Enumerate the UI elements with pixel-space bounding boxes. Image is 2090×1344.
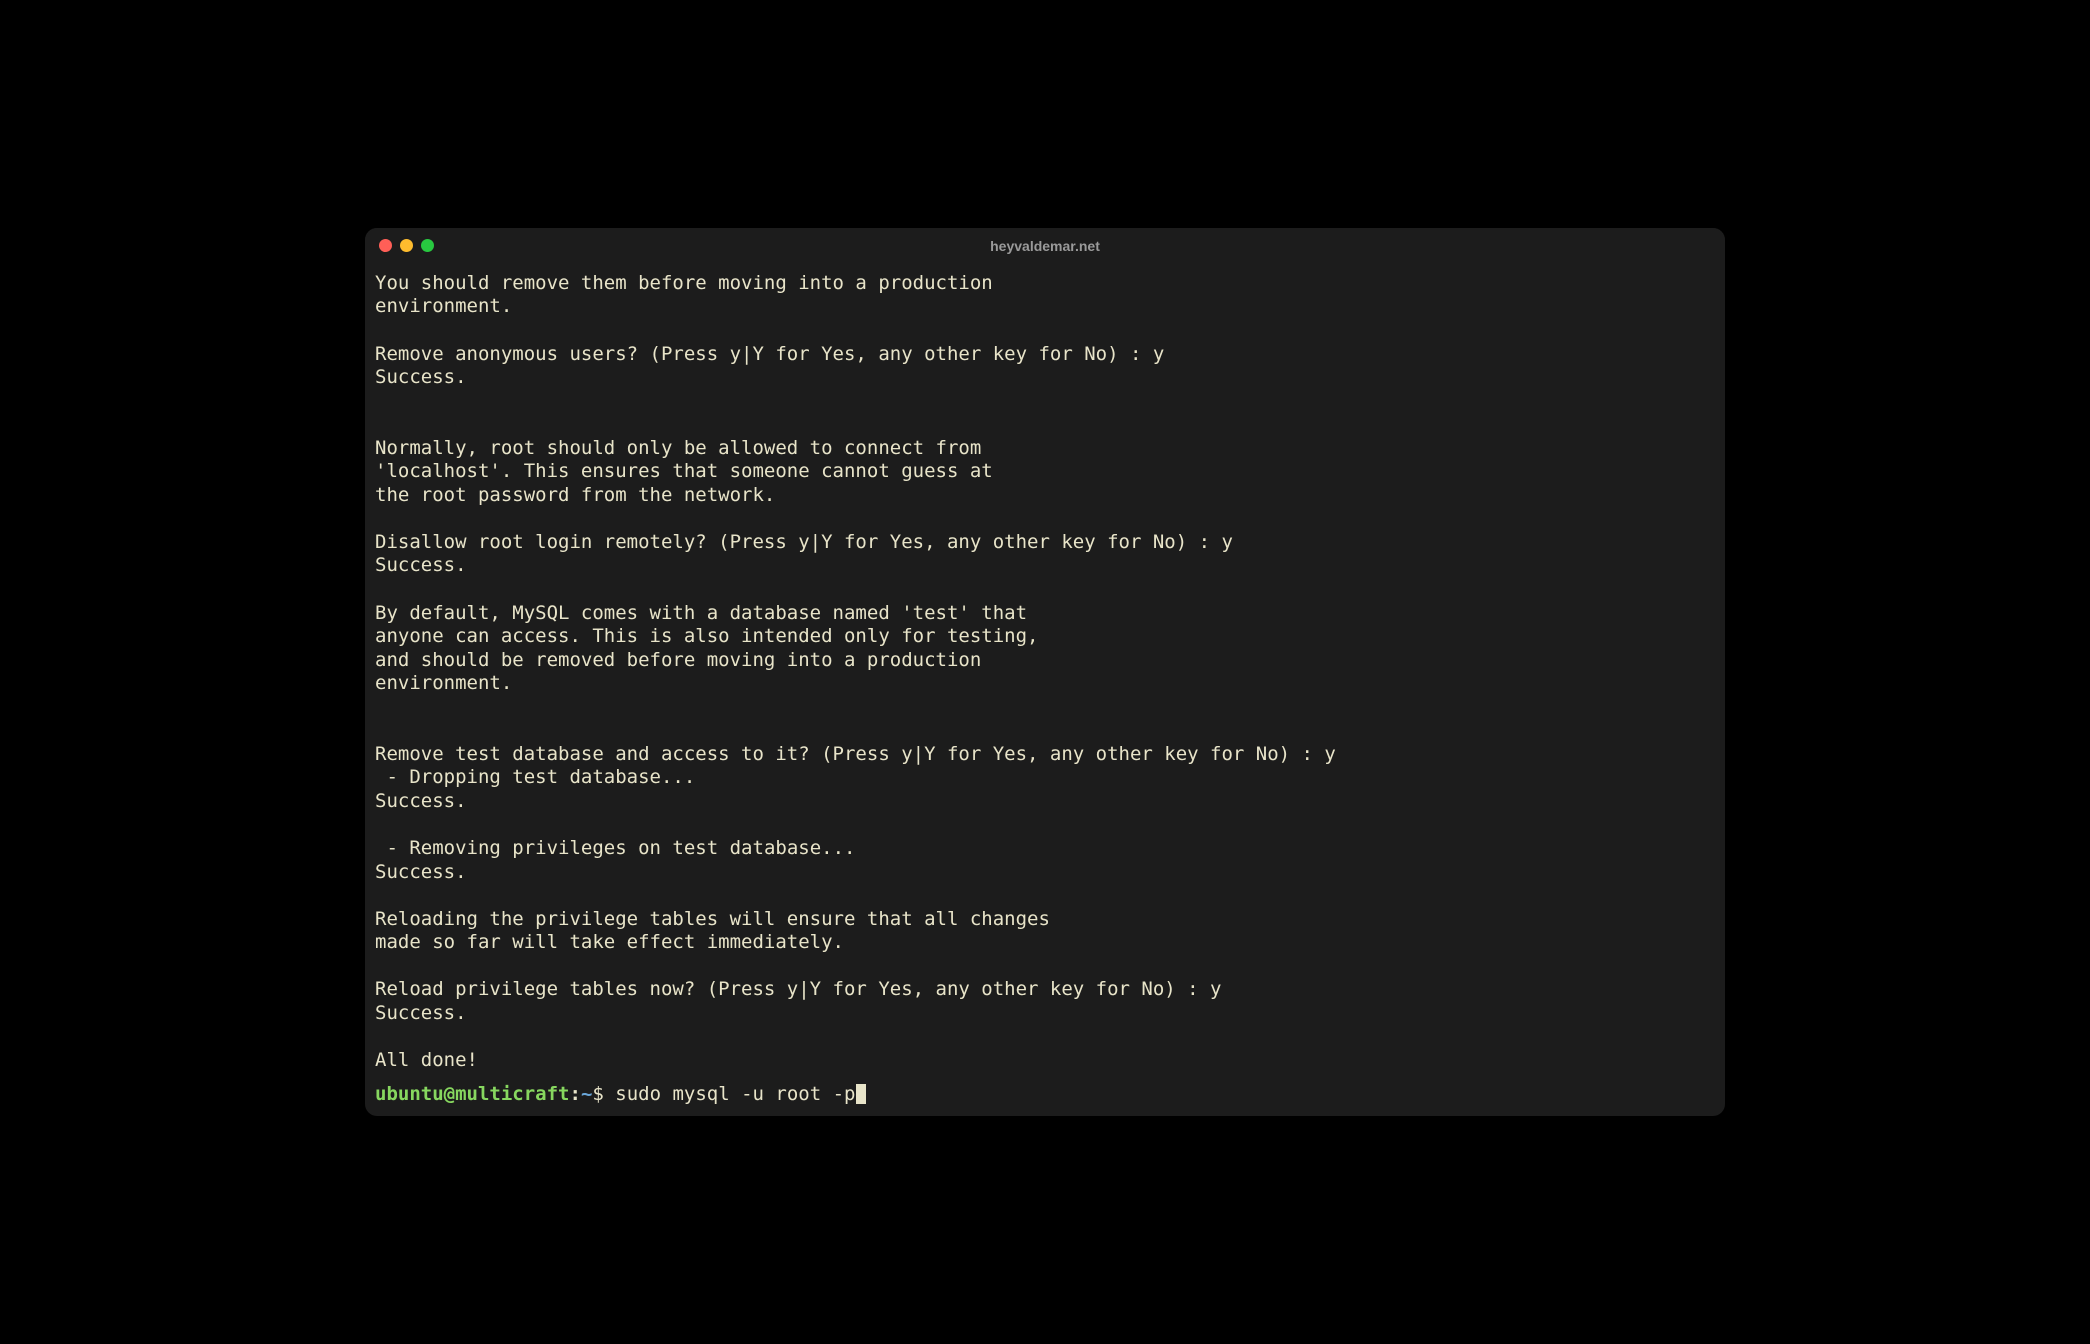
prompt-dollar: $ — [592, 1083, 615, 1105]
maximize-icon[interactable] — [421, 239, 434, 252]
command-input[interactable]: sudo mysql -u root -p — [615, 1083, 855, 1105]
prompt-host: multicraft — [455, 1083, 569, 1105]
prompt-user: ubuntu — [375, 1083, 444, 1105]
prompt-colon: : — [569, 1083, 580, 1105]
terminal-window: heyvaldemar.net You should remove them b… — [365, 228, 1725, 1116]
window-title: heyvaldemar.net — [990, 238, 1100, 254]
close-icon[interactable] — [379, 239, 392, 252]
cursor-icon — [856, 1084, 866, 1104]
terminal-output[interactable]: You should remove them before moving int… — [365, 264, 1725, 1083]
prompt-at: @ — [444, 1083, 455, 1105]
titlebar: heyvaldemar.net — [365, 228, 1725, 264]
minimize-icon[interactable] — [400, 239, 413, 252]
traffic-lights — [379, 239, 434, 252]
prompt-line[interactable]: ubuntu@multicraft:~$ sudo mysql -u root … — [365, 1083, 1725, 1117]
prompt-path: ~ — [581, 1083, 592, 1105]
